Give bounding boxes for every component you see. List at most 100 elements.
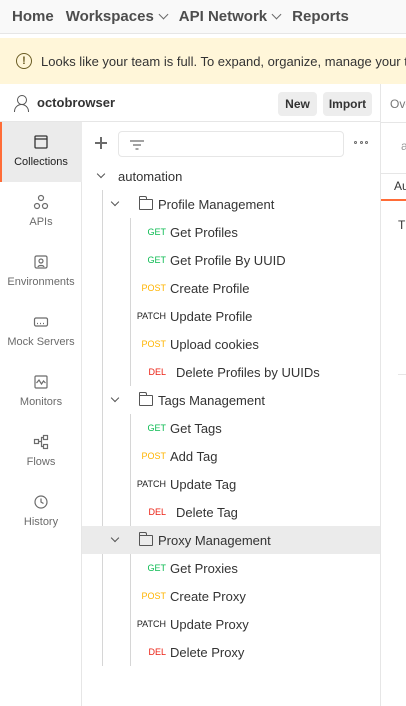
folder-name: Tags Management [158, 393, 265, 408]
active-tab-indicator [381, 199, 406, 201]
request-item[interactable]: GET Get Proxies [82, 554, 380, 582]
team-full-banner: ! Looks like your team is full. To expan… [0, 38, 406, 84]
divider [381, 122, 406, 123]
sidebar-item-label: Collections [14, 156, 68, 168]
nav-home[interactable]: Home [12, 8, 54, 25]
top-navigation: Home Workspaces API Network Reports [0, 0, 406, 34]
divider [398, 374, 406, 375]
request-item[interactable]: POST Add Tag [82, 442, 380, 470]
filter-icon [130, 140, 144, 150]
sidebar-item-label: Mock Servers [7, 336, 75, 348]
mock-servers-icon [33, 317, 49, 327]
method-badge: POST [141, 283, 166, 293]
request-item[interactable]: DEL Delete Tag [82, 498, 380, 526]
nav-workspaces-label: Workspaces [65, 8, 154, 25]
auth-tab[interactable]: Au [394, 179, 406, 193]
nav-api-network-label: API Network [178, 8, 268, 25]
apis-icon [33, 194, 49, 210]
folder-proxy-management[interactable]: Proxy Management [82, 526, 380, 554]
sidebar-item-flows[interactable]: Flows [0, 422, 82, 482]
chevron-down-icon [158, 9, 169, 20]
nav-reports[interactable]: Reports [292, 8, 349, 25]
user-icon [14, 94, 29, 112]
request-item[interactable]: GET Get Profiles [82, 218, 380, 246]
folder-icon [139, 196, 153, 210]
chevron-down-icon [96, 169, 106, 179]
overview-tab[interactable]: Ove [390, 97, 406, 111]
method-badge: GET [147, 227, 166, 237]
request-name: Update Profile [170, 309, 253, 324]
request-item[interactable]: PATCH Update Proxy [82, 610, 380, 638]
folder-profile-management[interactable]: Profile Management [82, 190, 380, 218]
request-name: Create Proxy [170, 589, 246, 604]
right-pane: Ove a Au Th [380, 84, 406, 706]
folder-name: Proxy Management [158, 533, 271, 548]
nav-home-label: Home [12, 8, 54, 25]
method-badge: GET [147, 563, 166, 573]
sidebar-item-mock-servers[interactable]: Mock Servers [0, 302, 82, 362]
history-icon [34, 495, 48, 509]
sidebar-item-label: Flows [26, 456, 56, 468]
request-name: Get Tags [170, 421, 222, 436]
sidebar-item-environments[interactable]: Environments [0, 242, 82, 302]
method-badge: POST [141, 451, 166, 461]
request-item[interactable]: PATCH Update Profile [82, 302, 380, 330]
request-item[interactable]: POST Create Proxy [82, 582, 380, 610]
request-name: Upload cookies [170, 337, 259, 352]
collections-icon [34, 135, 48, 149]
request-name: Get Proxies [170, 561, 238, 576]
folder-tags-management[interactable]: Tags Management [82, 386, 380, 414]
request-name: Update Tag [170, 477, 237, 492]
method-badge: POST [141, 339, 166, 349]
sidebar-item-history[interactable]: History [0, 482, 82, 542]
request-item[interactable]: POST Upload cookies [82, 330, 380, 358]
sidebar-item-monitors[interactable]: Monitors [0, 362, 82, 422]
new-button[interactable]: New [278, 92, 317, 116]
request-item[interactable]: DEL Delete Proxy [82, 638, 380, 666]
request-item[interactable]: POST Create Profile [82, 274, 380, 302]
sidebar-item-label: History [23, 516, 59, 528]
monitors-icon [34, 375, 48, 389]
nav-reports-label: Reports [292, 8, 349, 25]
method-badge: GET [147, 423, 166, 433]
method-badge: PATCH [136, 311, 166, 321]
filter-input[interactable] [118, 131, 344, 157]
workspace-name[interactable]: octobrowser [37, 95, 115, 110]
sidebar-item-apis[interactable]: APIs [0, 182, 82, 242]
nav-workspaces[interactable]: Workspaces [65, 8, 169, 25]
method-badge: PATCH [136, 619, 166, 629]
folder-icon [139, 392, 153, 406]
method-badge: POST [141, 591, 166, 601]
folder-name: Profile Management [158, 197, 275, 212]
sidebar-item-label: APIs [29, 216, 53, 228]
chevron-down-icon [271, 9, 282, 20]
method-badge: DEL [148, 367, 166, 377]
request-item[interactable]: DEL Delete Profiles by UUIDs [82, 358, 380, 386]
request-name: Get Profile By UUID [170, 253, 286, 268]
method-badge: DEL [148, 507, 166, 517]
request-name: Delete Proxy [170, 645, 245, 660]
right-pane-text: Th [398, 218, 406, 232]
request-item[interactable]: PATCH Update Tag [82, 470, 380, 498]
more-options-icon[interactable] [354, 141, 368, 145]
request-name: Get Profiles [170, 225, 238, 240]
import-button[interactable]: Import [323, 92, 372, 116]
request-name: Add Tag [170, 449, 218, 464]
add-collection-icon[interactable] [95, 137, 107, 149]
request-item[interactable]: GET Get Tags [82, 414, 380, 442]
request-name: Delete Profiles by UUIDs [176, 365, 320, 380]
sidebar-item-collections[interactable]: Collections [0, 122, 82, 182]
folder-icon [139, 532, 153, 546]
divider [381, 173, 406, 174]
chevron-down-icon [110, 197, 120, 207]
request-name: Update Proxy [170, 617, 249, 632]
request-item[interactable]: GET Get Profile By UUID [82, 246, 380, 274]
collection-name: automation [118, 169, 183, 184]
sidebar: Collections APIs Environments Mock Serve… [0, 122, 82, 706]
nav-api-network[interactable]: API Network [178, 8, 282, 25]
banner-message: Looks like your team is full. To expand,… [41, 53, 406, 69]
sidebar-item-label: Environments [7, 276, 75, 288]
collection-root[interactable]: automation [82, 162, 380, 190]
right-pane-input[interactable]: a [401, 139, 406, 153]
method-badge: DEL [148, 647, 166, 657]
